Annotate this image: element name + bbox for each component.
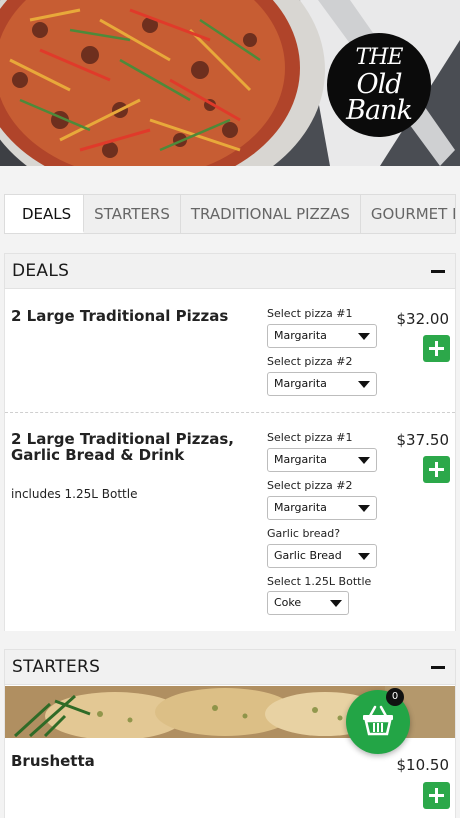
minus-icon[interactable]: [431, 269, 445, 273]
item-description: includes 1.25L Bottle: [11, 487, 138, 501]
select-value: Margarita: [274, 377, 327, 390]
minus-icon[interactable]: [431, 665, 445, 669]
item-price: $32.00: [396, 310, 450, 328]
option-label: Select pizza #1: [267, 307, 353, 320]
tab-gourmet-pizzas[interactable]: GOURMET PIZZAS: [360, 195, 455, 233]
item-name: Brushetta: [11, 752, 95, 770]
select-value: Garlic Bread: [274, 549, 342, 562]
pizza-2-select[interactable]: Margarita: [267, 372, 377, 396]
pizza-1-select[interactable]: Margarita: [267, 324, 377, 348]
item-divider: [5, 412, 455, 413]
add-to-cart-button[interactable]: [423, 456, 450, 483]
item-price: $10.50: [396, 756, 450, 774]
basket-count-badge: 0: [386, 688, 404, 706]
hero-banner: THE Old Bank: [0, 0, 460, 166]
chevron-down-icon: [358, 457, 370, 464]
option-label: Select pizza #1: [267, 431, 353, 444]
starters-section-title: STARTERS: [12, 657, 101, 677]
item-name: 2 Large Traditional Pizzas: [11, 307, 229, 325]
pizza-1-select[interactable]: Margarita: [267, 448, 377, 472]
select-value: Margarita: [274, 329, 327, 342]
add-to-cart-button[interactable]: [423, 782, 450, 809]
chevron-down-icon: [358, 381, 370, 388]
add-to-cart-button[interactable]: [423, 335, 450, 362]
option-label: Garlic bread?: [267, 527, 341, 540]
item-name-line-2: Garlic Bread & Drink: [11, 446, 185, 464]
starters-section-header[interactable]: STARTERS: [4, 649, 456, 685]
restaurant-logo: THE Old Bank: [327, 33, 431, 137]
select-value: Margarita: [274, 453, 327, 466]
select-value: Margarita: [274, 501, 327, 514]
item-name-line-1: 2 Large Traditional Pizzas,: [11, 430, 234, 448]
tab-deals[interactable]: DEALS: [5, 195, 85, 233]
chevron-down-icon: [358, 553, 370, 560]
deals-section-title: DEALS: [12, 261, 70, 281]
category-tabs: DEALS STARTERS TRADITIONAL PIZZAS GOURME…: [4, 194, 456, 234]
tab-traditional-pizzas[interactable]: TRADITIONAL PIZZAS: [180, 195, 361, 233]
pizza-2-select[interactable]: Margarita: [267, 496, 377, 520]
deals-section-header[interactable]: DEALS: [4, 253, 456, 289]
option-label: Select 1.25L Bottle: [267, 575, 372, 588]
deals-list: 2 Large Traditional Pizzas Select pizza …: [4, 289, 456, 631]
option-label: Select pizza #2: [267, 479, 353, 492]
option-label: Select pizza #2: [267, 355, 353, 368]
chevron-down-icon: [358, 333, 370, 340]
chevron-down-icon: [330, 600, 342, 607]
select-value: Coke: [274, 596, 302, 609]
garlic-bread-select[interactable]: Garlic Bread: [267, 544, 377, 568]
bottle-select[interactable]: Coke: [267, 591, 349, 615]
basket-button[interactable]: 0: [346, 688, 410, 754]
item-price: $37.50: [396, 431, 450, 449]
tab-starters[interactable]: STARTERS: [84, 195, 181, 233]
chevron-down-icon: [358, 505, 370, 512]
